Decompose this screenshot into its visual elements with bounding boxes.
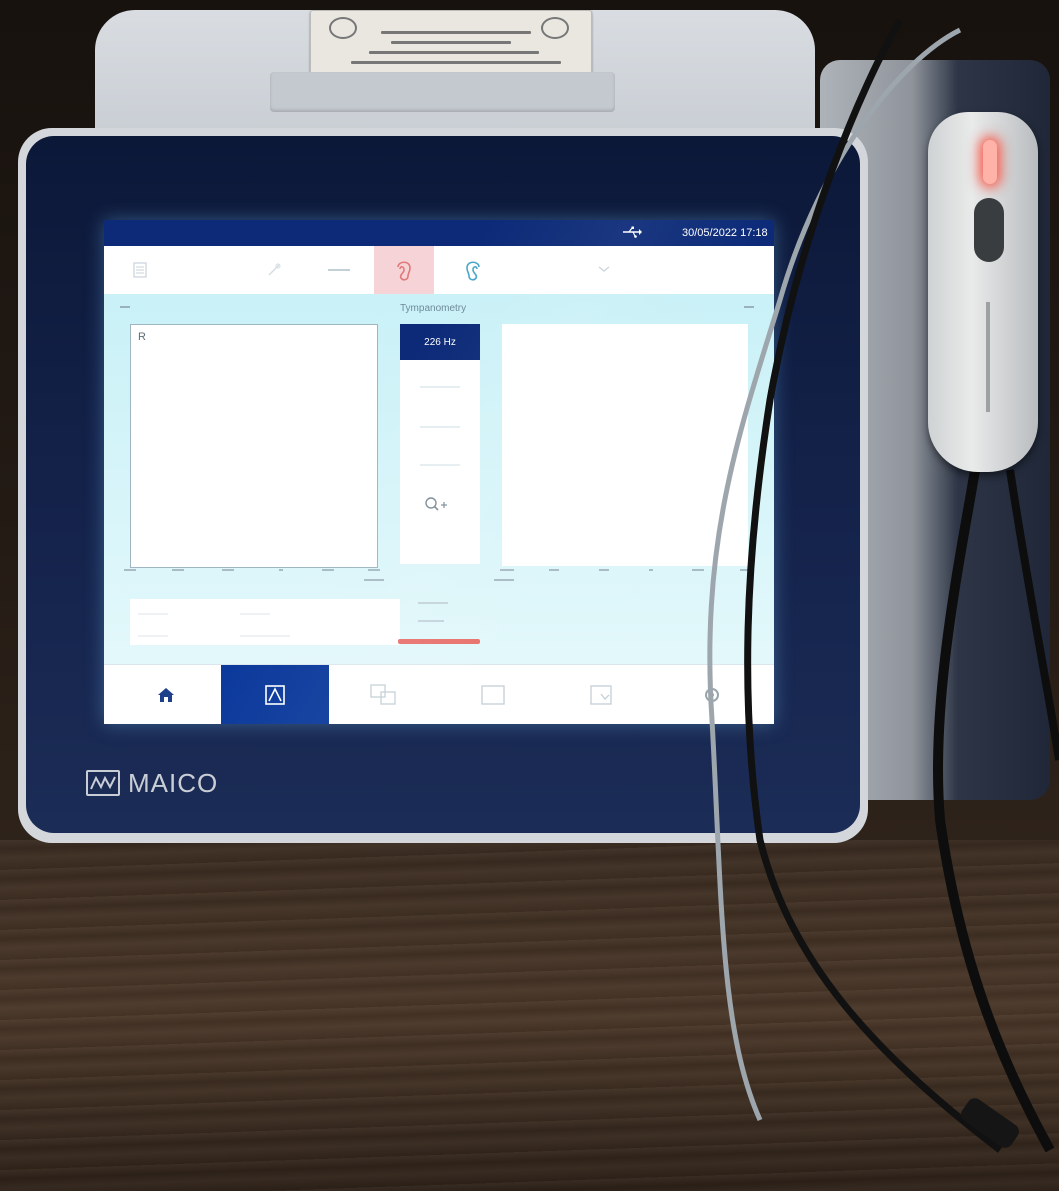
probe-button[interactable] bbox=[254, 246, 294, 294]
arrow-icon bbox=[598, 266, 610, 272]
measurement-table bbox=[130, 599, 400, 645]
zoom-button[interactable] bbox=[424, 496, 450, 519]
menu-button[interactable] bbox=[120, 246, 160, 294]
reflex-icon bbox=[370, 684, 396, 705]
test-status-indicator bbox=[398, 639, 480, 644]
wooden-table bbox=[0, 840, 1059, 1191]
right-ear-tab[interactable] bbox=[374, 246, 434, 294]
frequency-button[interactable]: 226 Hz bbox=[400, 324, 480, 360]
settings-icon bbox=[705, 688, 719, 702]
sticker-logo-right bbox=[541, 17, 569, 39]
nav-report[interactable] bbox=[548, 665, 656, 724]
main-content: Tympanometry R 226 Hz bbox=[104, 294, 774, 664]
ear-left-icon bbox=[466, 261, 480, 281]
section-title: Tympanometry bbox=[400, 303, 467, 314]
frequency-selector: 226 Hz bbox=[400, 324, 480, 564]
brand-name: MAICO bbox=[128, 767, 219, 798]
blank-screen-icon bbox=[481, 685, 505, 705]
nav-reflex[interactable] bbox=[330, 665, 438, 724]
zoom-icon bbox=[425, 497, 447, 511]
tympanogram-plot-left-ear bbox=[502, 324, 748, 566]
axis-ticks bbox=[124, 569, 764, 593]
home-icon bbox=[158, 688, 174, 702]
nav-tympanometry[interactable] bbox=[221, 665, 329, 724]
next-button[interactable] bbox=[584, 246, 624, 294]
ear-right-icon bbox=[397, 261, 411, 281]
toolbar-ghost-label bbox=[314, 246, 364, 294]
device-ledge bbox=[270, 72, 615, 112]
nav-settings[interactable] bbox=[658, 665, 766, 724]
menu-icon bbox=[133, 262, 147, 278]
usb-icon bbox=[622, 226, 642, 241]
brand-logo: MAICO bbox=[86, 768, 218, 798]
sticker-logo-left bbox=[329, 17, 357, 39]
probe-status-light bbox=[983, 140, 997, 184]
probe-icon bbox=[268, 263, 281, 276]
bottom-navigation bbox=[104, 664, 774, 724]
nav-home[interactable] bbox=[112, 665, 220, 724]
top-toolbar bbox=[104, 246, 774, 295]
ear-label: R bbox=[138, 331, 146, 343]
touch-screen: 30/05/2022 17:18 Tympanometry R 226 Hz bbox=[104, 220, 774, 724]
maico-logo-icon bbox=[86, 770, 120, 796]
report-icon bbox=[590, 685, 612, 705]
device-label-sticker bbox=[310, 10, 592, 74]
tympanogram-plot-right-ear: R bbox=[130, 324, 378, 568]
left-ear-tab[interactable] bbox=[448, 246, 498, 294]
status-bar: 30/05/2022 17:18 bbox=[104, 220, 774, 246]
probe-button bbox=[974, 198, 1004, 262]
probe-handle bbox=[928, 112, 1038, 472]
nav-blank[interactable] bbox=[439, 665, 547, 724]
date-time: 30/05/2022 17:18 bbox=[682, 227, 768, 239]
tympanometry-icon bbox=[265, 685, 285, 705]
